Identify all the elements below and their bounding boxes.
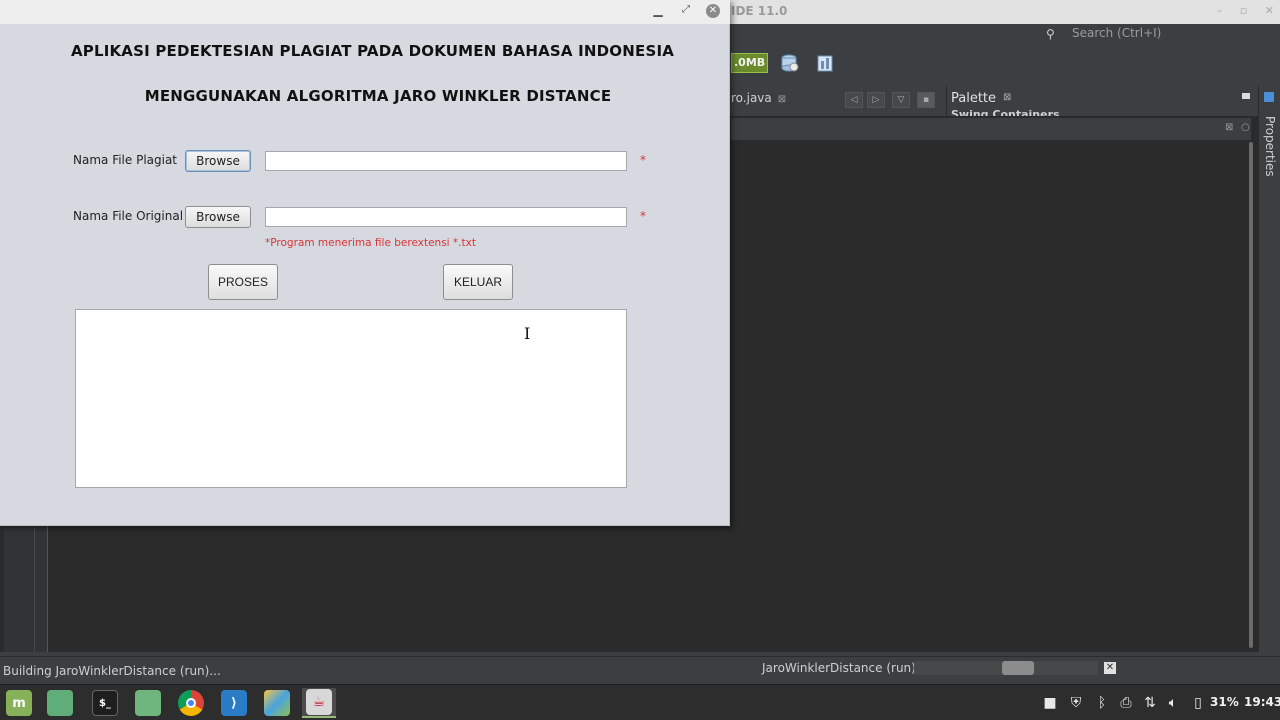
process-button[interactable]: PROSES [208,264,278,300]
close-icon[interactable]: ✕ [706,4,720,18]
cancel-task-icon[interactable]: ✕ [1104,662,1116,674]
ide-title: IDE 11.0 [731,4,788,18]
camera-icon[interactable]: ■ [1041,694,1059,712]
app-titlebar[interactable]: ▁ ⤢ ✕ [0,0,730,24]
tab-close-icon[interactable]: ⊠ [778,94,786,105]
original-file-field[interactable] [265,207,627,227]
netbeans-icon[interactable] [260,688,294,718]
maximize-icon[interactable]: ⤢ [679,3,693,17]
chrome-icon[interactable] [174,688,208,718]
show-desktop-icon[interactable] [43,688,77,718]
search-icon: ⚲ [1046,27,1055,41]
terminal-icon[interactable]: $_ [88,688,122,718]
plagiat-file-label: Nama File Plagiat [73,153,178,167]
browse-plagiat-button[interactable]: Browse [185,150,251,172]
tab-list-icon[interactable]: ▽ [892,92,910,108]
printer-icon[interactable]: ⎙ [1117,694,1135,712]
palette-panel-header: Palette ⊠ Swing Containers [946,86,1256,116]
build-status-text: Building JaroWinklerDistance (run)... [3,664,221,678]
ide-close-icon[interactable]: ✕ [1265,4,1274,17]
design-close-icon[interactable]: ⊠ [1225,122,1233,133]
network-icon[interactable]: ⇅ [1141,694,1159,712]
search-placeholder: Search (Ctrl+I) [1072,26,1162,40]
clock[interactable]: 19:43 [1244,695,1280,709]
battery-percent: 31% [1210,695,1239,709]
palette-minimize-icon[interactable] [1242,93,1250,99]
minimize-icon[interactable]: ▁ [651,3,665,17]
design-restore-icon[interactable]: ○ [1241,122,1250,133]
right-sidebar: Properties [1258,86,1280,652]
tab-maximize-icon[interactable]: ▪ [917,92,935,108]
properties-tab[interactable]: Properties [1263,116,1277,177]
files-icon[interactable] [131,688,165,718]
bluetooth-icon[interactable]: ᛒ [1093,694,1111,712]
plagiarism-app-window: ▁ ⤢ ✕ APLIKASI PEDEKTESIAN PLAGIAT PADA … [0,0,730,526]
palette-close-icon[interactable]: ⊠ [1003,92,1011,103]
profile-icon[interactable] [814,52,836,74]
app-heading-line1: APLIKASI PEDEKTESIAN PLAGIAT PADA DOKUME… [70,42,675,60]
taskbar: m $_ ⟩ ☕ ■ ⛨ ᛒ ⎙ ⇅ 🔈︎ ▯ 31% 19:43 [0,684,1280,720]
file-type-hint: *Program menerima file berextensi *.txt [265,237,476,249]
ide-maximize-icon[interactable]: ▫ [1240,4,1247,17]
required-marker: * [640,153,646,167]
properties-icon[interactable] [1264,92,1274,102]
vscode-icon[interactable]: ⟩ [217,688,251,718]
volume-icon[interactable]: 🔈︎ [1164,694,1182,712]
original-file-label: Nama File Original [73,209,184,223]
java-app-icon[interactable]: ☕ [302,688,336,718]
palette-title: Palette [951,91,997,106]
result-text-area[interactable] [75,309,627,488]
shield-icon[interactable]: ⛨ [1067,694,1085,712]
ide-search-box[interactable]: ⚲ Search (Ctrl+I) [1046,24,1272,42]
exit-button[interactable]: KELUAR [443,264,513,300]
design-toolbar: ⊠ ○ [731,118,1251,140]
progress-indicator [1002,661,1034,675]
tab-scroll-left-icon[interactable]: ◁ [845,92,863,108]
required-marker: * [640,209,646,223]
text-cursor-icon: I [524,324,531,343]
ide-window-controls: – ▫ ✕ [1203,4,1274,17]
plagiat-file-field[interactable] [265,151,627,171]
browse-original-button[interactable]: Browse [185,206,251,228]
gc-database-icon[interactable] [778,52,800,74]
running-task-label[interactable]: JaroWinklerDistance (run) [762,661,916,675]
tab-scroll-right-icon[interactable]: ▷ [867,92,885,108]
build-progress-bar [914,661,1098,675]
editor-scrollbar[interactable] [1247,140,1255,650]
app-heading-line2: MENGGUNAKAN ALGORITMA JARO WINKLER DISTA… [144,87,612,105]
ide-minimize-icon[interactable]: – [1217,4,1223,17]
mint-menu-icon[interactable]: m [2,688,36,718]
battery-icon[interactable]: ▯ [1189,694,1207,712]
palette-category[interactable]: Swing Containers [951,108,1060,116]
ide-statusbar: Building JaroWinklerDistance (run)... Ja… [0,656,1280,682]
